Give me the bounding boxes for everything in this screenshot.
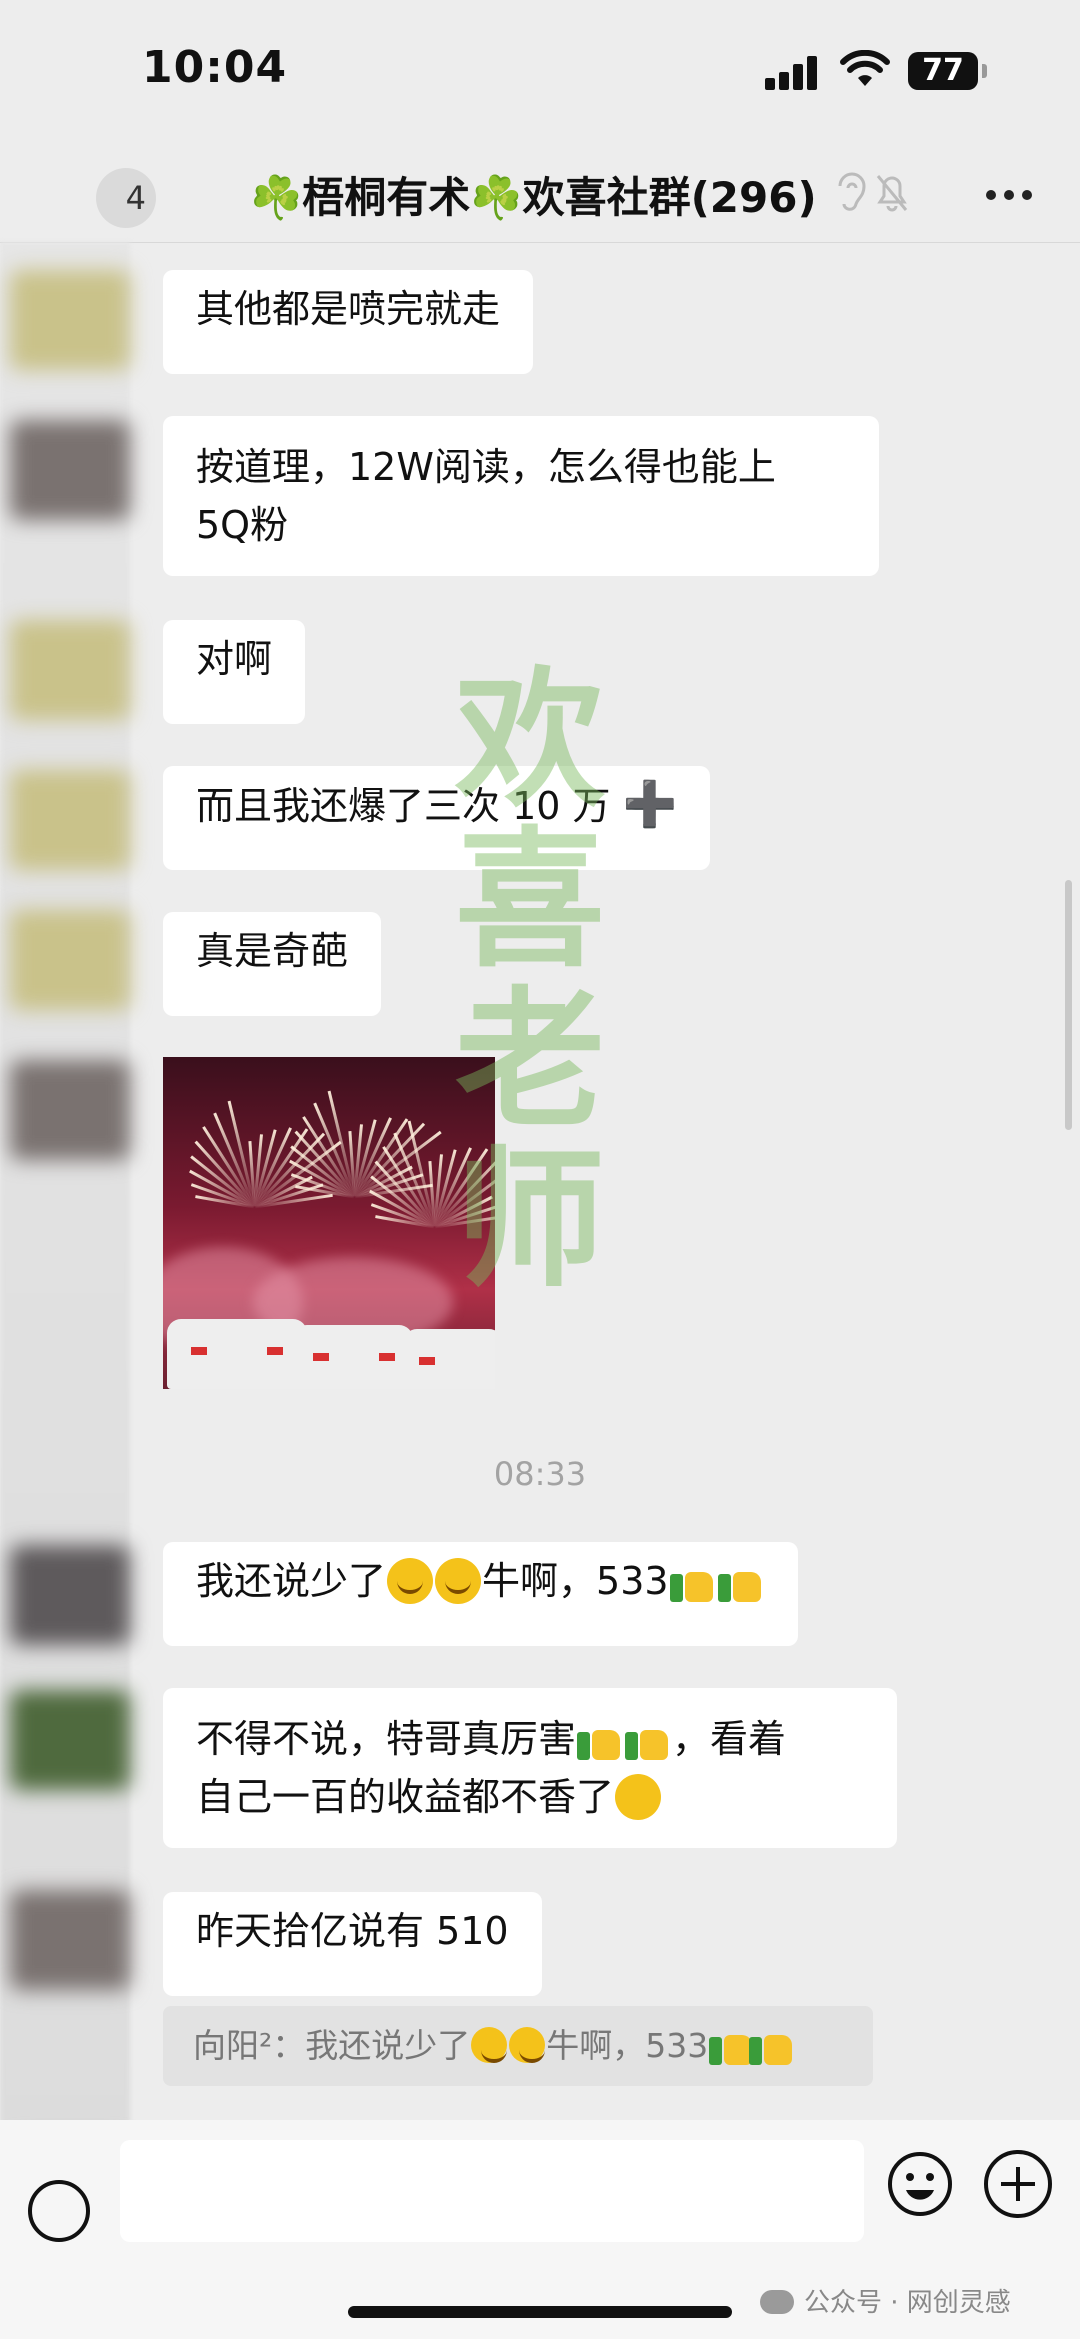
message-text: 5Q粉 xyxy=(196,503,289,547)
thumbs-up-icon xyxy=(669,1556,716,1602)
more-functions-button[interactable] xyxy=(984,2150,1052,2218)
crying-laughing-emoji-icon xyxy=(387,1558,434,1604)
chat-header: 4 ☘️梧桐有术☘️欢喜社群(296) xyxy=(0,140,1080,243)
thumbs-up-icon xyxy=(625,1714,671,1760)
quoted-message[interactable]: 向阳²：我还说少了 牛啊，533 xyxy=(163,2006,873,2086)
message-text: 昨天拾亿说有 510 xyxy=(196,1909,509,1953)
message-text: 自己一百的收益都不香了 xyxy=(196,1775,615,1819)
avatar[interactable] xyxy=(10,1890,130,1990)
status-time: 10:04 xyxy=(142,42,288,93)
quote-text: 向阳²：我还说少了 xyxy=(193,2026,471,2065)
crying-laughing-emoji-icon xyxy=(435,1558,482,1604)
scrollbar[interactable] xyxy=(1065,880,1072,1130)
avatar[interactable] xyxy=(10,620,130,720)
thumbs-up-icon xyxy=(717,1556,764,1602)
thumbs-up-icon xyxy=(577,1714,623,1760)
quote-text: 牛啊，533 xyxy=(546,2026,709,2065)
message-bubble[interactable]: 不得不说，特哥真厉害 ，看着 自己一百的收益都不香了 xyxy=(163,1688,897,1848)
more-options-icon[interactable] xyxy=(980,186,1040,206)
message-bubble[interactable]: 昨天拾亿说有 510 xyxy=(163,1892,542,1996)
message-bubble[interactable]: 按道理，12W阅读，怎么得也能上 5Q粉 xyxy=(163,416,879,576)
chat-title[interactable]: ☘️梧桐有术☘️欢喜社群(296) xyxy=(250,164,817,225)
thumbs-up-icon xyxy=(749,2027,793,2065)
avatar[interactable] xyxy=(10,1545,130,1645)
fireworks-photo[interactable] xyxy=(163,1057,495,1389)
battery-icon: 77 xyxy=(908,52,987,90)
message-bubble[interactable]: 对啊 xyxy=(163,620,306,724)
message-bubble[interactable]: 其他都是喷完就走 xyxy=(163,270,534,374)
message-bubble[interactable]: 而且我还爆了三次 10 万 ➕ xyxy=(163,766,711,870)
avatar[interactable] xyxy=(10,910,130,1010)
crying-laughing-emoji-icon xyxy=(471,2027,508,2063)
cellular-signal-icon xyxy=(765,56,821,90)
avatar[interactable] xyxy=(10,270,130,370)
plus-emoji: ➕ xyxy=(622,779,678,830)
emoji-button[interactable] xyxy=(886,2150,954,2218)
wechat-credit: 公众号 · 网创灵感 xyxy=(760,2282,1011,2319)
voice-input-button[interactable] xyxy=(28,2180,90,2242)
message-text: 不得不说，特哥真厉害 xyxy=(196,1717,577,1761)
message-text: 真是奇葩 xyxy=(196,929,349,973)
message-text: 按道理，12W阅读，怎么得也能上 xyxy=(196,445,776,489)
message-bubble[interactable]: 我还说少了 牛啊，533 xyxy=(163,1542,798,1646)
message-text: 其他都是喷完就走 xyxy=(196,287,501,331)
message-bubble[interactable]: 真是奇葩 xyxy=(163,912,382,1016)
message-text: 我还说少了 xyxy=(196,1559,387,1603)
message-text: 而且我还爆了三次 10 万 xyxy=(196,784,611,828)
home-indicator[interactable] xyxy=(348,2306,732,2318)
mute-bell-icon xyxy=(876,175,908,212)
avatar[interactable] xyxy=(10,1060,130,1160)
crying-laughing-emoji-icon xyxy=(509,2027,546,2063)
sad-face-emoji-icon xyxy=(615,1774,662,1820)
status-bar: 10:04 77 xyxy=(0,0,1080,140)
wifi-icon xyxy=(840,50,890,86)
back-button[interactable]: 4 xyxy=(96,168,156,228)
message-timestamp: 08:33 xyxy=(493,1455,587,1493)
message-text: 牛啊，533 xyxy=(482,1559,669,1603)
avatar[interactable] xyxy=(10,420,130,520)
message-text: ，看着 xyxy=(672,1717,787,1761)
ear-icon xyxy=(838,172,866,211)
avatar[interactable] xyxy=(10,770,130,870)
thumbs-up-icon xyxy=(709,2027,753,2065)
message-input[interactable] xyxy=(120,2140,864,2242)
wechat-logo-icon xyxy=(760,2290,794,2314)
input-bar: 公众号 · 网创灵感 xyxy=(0,2120,1080,2339)
avatar[interactable] xyxy=(10,1690,130,1790)
message-text: 对啊 xyxy=(196,637,273,681)
